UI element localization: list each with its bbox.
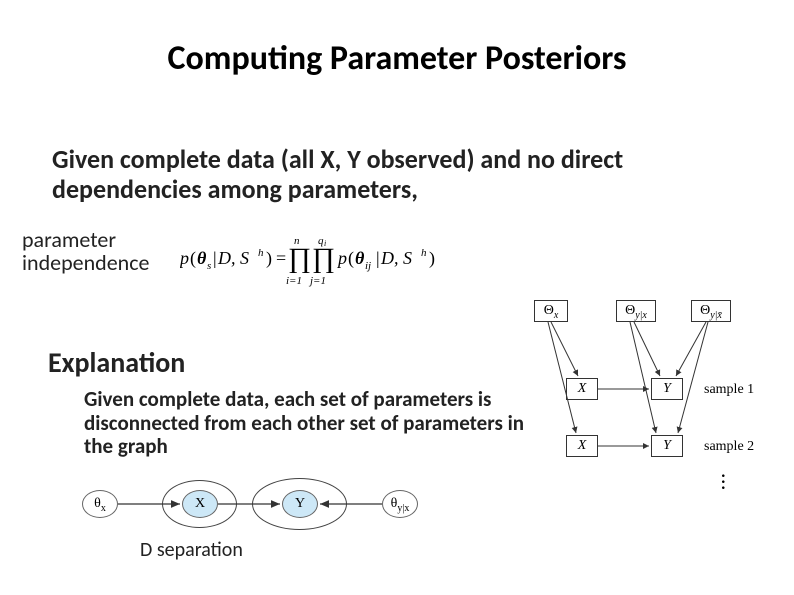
svg-text:p: p bbox=[180, 248, 189, 268]
svg-text:∏: ∏ bbox=[288, 243, 311, 274]
svg-text:): ) bbox=[266, 248, 272, 269]
svg-text:=: = bbox=[276, 248, 286, 268]
svg-text:j=1: j=1 bbox=[308, 275, 326, 287]
node-theta-x: θx bbox=[82, 490, 118, 518]
svg-text:): ) bbox=[429, 248, 435, 269]
node-theta-y-given-x: θy|x bbox=[382, 490, 418, 518]
node-cap-theta-y-given-x: Θy|x bbox=[616, 300, 656, 322]
svg-text:(: ( bbox=[190, 248, 196, 269]
vertical-dots-icon: ··· bbox=[721, 472, 726, 490]
svg-text:D, S: D, S bbox=[380, 248, 412, 268]
node-x-sample1: X bbox=[566, 378, 598, 400]
sample-1-label: sample 1 bbox=[704, 382, 754, 398]
svg-text:ij: ij bbox=[365, 260, 371, 272]
svg-text:|: | bbox=[376, 248, 380, 268]
intro-paragraph: Given complete data (all X, Y observed) … bbox=[52, 145, 742, 205]
svg-text:D, S: D, S bbox=[217, 248, 249, 268]
node-y-sample2: Y bbox=[651, 435, 683, 457]
svg-text:s: s bbox=[207, 260, 211, 272]
node-cap-theta-y-given-notx: Θy|x̄ bbox=[691, 300, 731, 322]
svg-text:h: h bbox=[258, 247, 264, 259]
svg-text:∏: ∏ bbox=[312, 243, 335, 274]
d-separation-diagram: θx X Y θy|x bbox=[82, 490, 482, 540]
explanation-heading: Explanation bbox=[48, 345, 185, 380]
sample-2-label: sample 2 bbox=[704, 439, 754, 455]
node-cap-theta-x: Θx bbox=[534, 300, 568, 322]
svg-text:θ: θ bbox=[355, 248, 365, 268]
parameter-independence-label: parameter independence bbox=[22, 228, 172, 274]
svg-text:h: h bbox=[421, 247, 427, 259]
node-y: Y bbox=[282, 490, 318, 518]
node-y-sample1: Y bbox=[651, 378, 683, 400]
posterior-formula: p ( θ s | D, S h ) = n ∏ i=1 q i ∏ j=1 p… bbox=[180, 232, 480, 293]
explanation-paragraph: Given complete data, each set of paramet… bbox=[84, 388, 544, 459]
svg-text:p: p bbox=[336, 248, 347, 268]
svg-text:(: ( bbox=[348, 248, 354, 269]
d-separation-label: D separation bbox=[140, 538, 243, 562]
node-x: X bbox=[182, 490, 218, 518]
svg-text:i=1: i=1 bbox=[286, 275, 302, 287]
slide-title: Computing Parameter Posteriors bbox=[0, 38, 794, 79]
node-x-sample2: X bbox=[566, 435, 598, 457]
plate-diagram: Θx Θy|x Θy|x̄ X Y X Y sample 1 sample 2 … bbox=[526, 300, 776, 530]
svg-text:|: | bbox=[213, 248, 217, 268]
svg-text:θ: θ bbox=[197, 248, 207, 268]
